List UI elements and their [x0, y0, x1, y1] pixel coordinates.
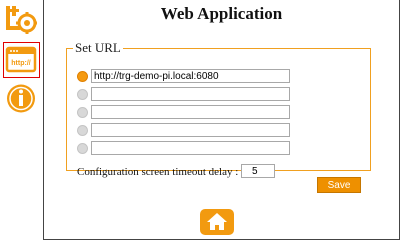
set-url-group: Set URL Configuration screen timeout del…: [66, 40, 371, 178]
url-input-1[interactable]: [91, 69, 290, 83]
sidebar-item-url[interactable]: http://: [3, 42, 40, 78]
url-radio-4[interactable]: [77, 125, 88, 136]
main-panel: Web Application Set URL Configuration sc…: [43, 0, 400, 240]
home-icon: [207, 213, 227, 230]
url-radio-3[interactable]: [77, 107, 88, 118]
url-radio-2[interactable]: [77, 89, 88, 100]
info-icon: [7, 84, 35, 113]
page-title: Web Application: [160, 4, 283, 23]
url-icon-label: http://: [11, 60, 30, 67]
home-button[interactable]: [200, 209, 234, 235]
sidebar-item-info[interactable]: [3, 81, 40, 117]
url-input-5[interactable]: [91, 141, 290, 155]
url-input-2[interactable]: [91, 87, 290, 101]
url-radio-1[interactable]: [77, 71, 88, 82]
url-radio-5[interactable]: [77, 143, 88, 154]
sidebar: http://: [0, 0, 44, 240]
settings-network-icon: [6, 6, 37, 34]
url-input-3[interactable]: [91, 105, 290, 119]
url-browser-icon: http://: [5, 46, 37, 73]
timeout-input[interactable]: [241, 164, 275, 178]
timeout-label: Configuration screen timeout delay :: [77, 166, 239, 178]
set-url-legend: Set URL: [75, 40, 121, 55]
save-button[interactable]: Save: [317, 177, 361, 193]
url-input-4[interactable]: [91, 123, 290, 137]
sidebar-item-settings[interactable]: [3, 3, 40, 39]
